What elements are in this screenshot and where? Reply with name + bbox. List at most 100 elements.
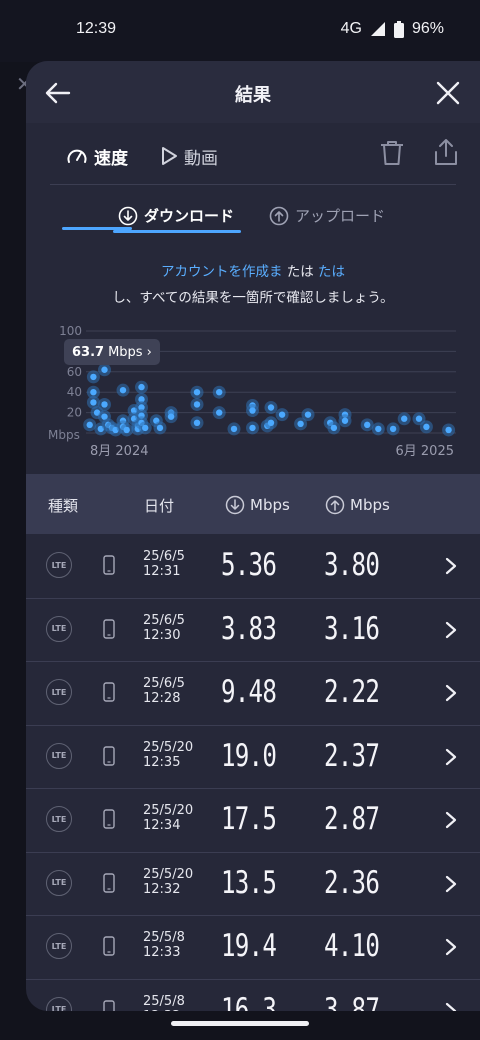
network-type-badge: LTE <box>46 742 72 769</box>
result-datetime: 25/6/5 12:28 <box>143 676 185 706</box>
create-account-link[interactable]: アカウントを作成ま <box>161 264 283 280</box>
result-date: 25/5/20 <box>143 803 194 818</box>
download-header-icon <box>225 495 245 515</box>
data-point <box>278 411 286 418</box>
data-point <box>193 419 201 426</box>
data-point <box>90 399 97 406</box>
tab-speed[interactable]: 速度 <box>66 143 128 169</box>
table-header: 種類 日付 Mbps Mbps <box>26 474 480 534</box>
result-row[interactable]: LTE 25/5/20 12:35 19.0 2.37 <box>26 726 480 789</box>
results-sheet: 結果 速度 動画 ダウンロード アップロード アカウントを作成ま たは たは し… <box>26 61 480 1011</box>
result-row[interactable]: LTE 25/5/20 12:34 17.5 2.87 <box>26 789 480 853</box>
trash-icon[interactable] <box>378 139 406 167</box>
network-type-badge: LTE <box>46 679 72 705</box>
download-speed: 19.0 <box>221 737 277 774</box>
chart-tooltip[interactable]: 63.7 Mbps › <box>64 339 160 365</box>
home-gesture-pill[interactable] <box>171 1021 309 1026</box>
network-type: 4G <box>340 20 362 37</box>
tooltip-unit: Mbps <box>108 344 143 360</box>
subtab-download-underline <box>113 230 241 233</box>
subtab-upload-label: アップロード <box>295 207 386 225</box>
tab-video-label: 動画 <box>184 148 218 169</box>
data-point <box>341 417 349 424</box>
promo-mid-text: たは <box>286 264 314 280</box>
subtab-download[interactable]: ダウンロード <box>118 205 234 226</box>
data-point <box>375 425 382 433</box>
result-date: 25/5/20 <box>143 866 194 882</box>
result-datetime: 25/5/20 12:32 <box>143 867 193 897</box>
download-circle-icon <box>118 206 138 225</box>
data-point <box>297 420 304 428</box>
upload-speed: 3.87 <box>324 991 380 1012</box>
col-upload: Mbps <box>325 495 390 515</box>
data-point <box>167 413 175 420</box>
upload-speed: 3.16 <box>324 610 380 647</box>
data-point <box>364 421 371 429</box>
phone-icon <box>103 745 115 766</box>
data-point <box>119 386 127 394</box>
data-point <box>401 415 408 422</box>
data-point <box>101 366 108 373</box>
close-icon[interactable] <box>432 77 464 109</box>
result-row[interactable]: LTE 25/5/8 12:33 19.4 4.10 <box>26 916 480 980</box>
network-type-badge: LTE <box>46 869 72 896</box>
sheet-header: 結果 <box>26 61 480 123</box>
network-type-badge: LTE <box>46 996 72 1011</box>
chevron-right-icon <box>445 811 457 829</box>
result-date: 25/5/8 <box>143 993 185 1009</box>
download-speed: 13.5 <box>221 864 277 901</box>
result-row[interactable]: LTE 25/6/5 12:30 3.83 3.16 <box>26 599 480 662</box>
battery-icon <box>393 20 404 38</box>
network-type-badge: LTE <box>46 806 72 832</box>
login-link[interactable]: たは <box>318 264 345 280</box>
promo-line-1: アカウントを作成ま たは たは <box>26 260 480 280</box>
data-point <box>230 425 238 433</box>
data-point <box>445 426 452 434</box>
result-time: 12:35 <box>143 754 181 770</box>
data-point <box>389 425 397 433</box>
result-row[interactable]: LTE 25/5/812:32 16.3 3.87 <box>26 980 480 1012</box>
subtab-download-label: ダウンロード <box>144 207 235 225</box>
data-point <box>86 421 93 429</box>
result-datetime: 25/5/20 12:34 <box>143 803 193 833</box>
result-time: 12:32 <box>143 881 181 897</box>
y-tick-label: 100 <box>59 324 82 338</box>
data-point <box>90 389 97 396</box>
navigation-bar <box>0 1011 480 1040</box>
speedometer-icon <box>67 149 87 163</box>
result-time: 12:28 <box>143 691 181 706</box>
tabs-divider <box>50 184 456 185</box>
result-row[interactable]: LTE 25/5/20 12:32 13.5 2.36 <box>26 853 480 916</box>
phone-icon <box>103 936 115 956</box>
tab-video[interactable]: 動画 <box>160 143 218 169</box>
promo-line-2: し、すべての結果を一箇所で確認しましょう。 <box>112 290 394 306</box>
data-point <box>415 415 423 422</box>
network-type-badge: LTE <box>46 615 72 642</box>
upload-speed: 2.87 <box>324 801 380 837</box>
tooltip-arrow-icon: › <box>146 344 152 360</box>
chevron-right-icon <box>445 938 457 956</box>
main-tabs: 速度 動画 <box>26 123 480 230</box>
data-point <box>304 411 312 418</box>
network-type-badge: LTE <box>46 933 72 959</box>
upload-speed: 2.22 <box>324 674 380 710</box>
results-list: LTE 25/6/5 12:31 5.36 3.80 LTE 25/6/5 12:30 3.83… <box>26 535 480 1011</box>
download-speed: 16.3 <box>221 991 277 1012</box>
download-speed: 9.48 <box>221 674 277 710</box>
result-datetime: 25/5/812:32 <box>143 994 185 1012</box>
phone-icon <box>103 618 115 639</box>
result-datetime: 25/6/5 12:31 <box>143 549 185 579</box>
result-row[interactable]: LTE 25/6/5 12:28 9.48 2.22 <box>26 662 480 726</box>
result-datetime: 25/5/20 12:35 <box>143 740 193 770</box>
data-point <box>123 426 130 434</box>
subtab-upload[interactable]: アップロード <box>269 205 385 226</box>
result-row[interactable]: LTE 25/6/5 12:31 5.36 3.80 <box>26 535 480 599</box>
phone-icon <box>103 999 115 1011</box>
play-icon <box>162 147 177 165</box>
share-icon[interactable] <box>432 137 460 167</box>
data-point <box>267 404 275 411</box>
data-point <box>216 389 223 396</box>
status-time: 12:39 <box>76 20 117 37</box>
result-date: 25/6/5 <box>143 676 185 691</box>
chevron-right-icon <box>445 684 457 702</box>
